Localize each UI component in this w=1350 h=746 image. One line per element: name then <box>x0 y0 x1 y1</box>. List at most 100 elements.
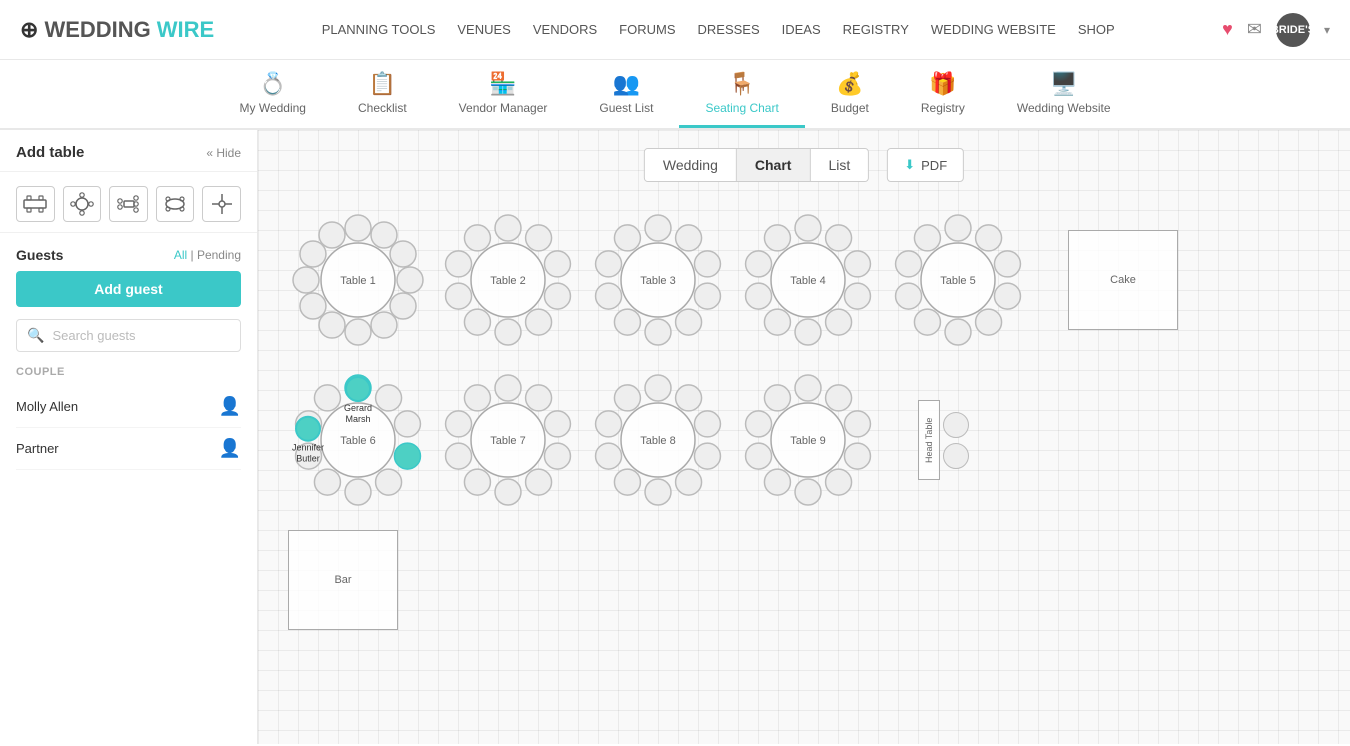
subnav-seating-chart[interactable]: 🪑 Seating Chart <box>679 60 804 128</box>
nav-registry[interactable]: REGISTRY <box>843 22 909 37</box>
chevron-down-icon[interactable]: ▾ <box>1324 23 1330 37</box>
search-input[interactable] <box>52 328 230 343</box>
nav-vendors[interactable]: VENDORS <box>533 22 597 37</box>
nav-forums[interactable]: FORUMS <box>619 22 675 37</box>
top-nav-right: ♥ ✉ BRIDE'S ▾ <box>1222 13 1330 47</box>
svg-text:Table 4: Table 4 <box>790 275 825 287</box>
canvas-toolbar: Wedding Chart List ⬇ PDF <box>644 148 964 182</box>
add-rect-table-btn[interactable] <box>16 186 55 222</box>
subnav-registry[interactable]: 🎁 Registry <box>895 60 991 128</box>
svg-text:Table 1: Table 1 <box>340 275 375 287</box>
table-1[interactable]: Table 1 Table 1 <box>288 210 428 350</box>
nav-ideas[interactable]: IDEAS <box>782 22 821 37</box>
table-5[interactable]: Table 5 Table 5 <box>888 210 1028 350</box>
wedding-website-icon: 🖥️ <box>1050 71 1077 97</box>
subnav-seating-chart-label: Seating Chart <box>705 101 778 115</box>
avatar[interactable]: BRIDE'S <box>1276 13 1310 47</box>
pdf-label: PDF <box>921 158 947 173</box>
guests-title: Guests <box>16 247 63 263</box>
mail-icon[interactable]: ✉ <box>1247 19 1262 40</box>
svg-text:Table 9: Table 9 <box>790 435 825 447</box>
logo-wedding: WEDDING <box>44 17 150 43</box>
hide-button[interactable]: « Hide <box>206 146 241 160</box>
main-layout: Add table « Hide <box>0 130 1350 744</box>
table-6[interactable]: Table 6 Table 6 GerardMarsh JenniferButl… <box>288 370 428 510</box>
guest-name-molly: Molly Allen <box>16 399 78 414</box>
add-head-table-btn[interactable] <box>109 186 148 222</box>
subnav-vendor-manager[interactable]: 🏪 Vendor Manager <box>433 60 574 128</box>
add-guest-button[interactable]: Add guest <box>16 271 241 307</box>
guests-header: Guests All | Pending <box>0 233 257 271</box>
guests-filter-links: All | Pending <box>174 248 241 262</box>
add-round-table-btn[interactable] <box>63 186 102 222</box>
subnav-my-wedding[interactable]: 💍 My Wedding <box>214 60 332 128</box>
head-table-seat-2 <box>943 443 969 469</box>
logo-wire: WIRE <box>157 17 214 43</box>
canvas-area: Wedding Chart List ⬇ PDF Table 1 Table 1… <box>258 130 1350 744</box>
add-oval-table-btn[interactable] <box>156 186 195 222</box>
table-7[interactable]: Table 7 Table 7 <box>438 370 578 510</box>
pending-link[interactable]: Pending <box>197 248 241 262</box>
svg-text:Table 6: Table 6 <box>340 435 375 447</box>
subnav-checklist[interactable]: 📋 Checklist <box>332 60 433 128</box>
add-custom-table-btn[interactable] <box>202 186 241 222</box>
table-cake-label: Cake <box>1110 274 1136 286</box>
table-2[interactable]: Table 2 Table 2 <box>438 210 578 350</box>
head-table-label: Head Table <box>918 400 940 480</box>
table-bar[interactable]: Bar <box>288 530 398 630</box>
table-4[interactable]: Table 4 Table 4 <box>738 210 878 350</box>
table-cake[interactable]: Cake <box>1068 230 1178 330</box>
subnav-wedding-website[interactable]: 🖥️ Wedding Website <box>991 60 1137 128</box>
top-navigation: ⊕ WEDDING WIRE Wedding PLANNING TOOLS VEN… <box>0 0 1350 60</box>
table-8[interactable]: Table 8 Table 8 <box>588 370 728 510</box>
head-table-seat-1 <box>943 412 969 438</box>
nav-dresses[interactable]: DRESSES <box>698 22 760 37</box>
subnav-budget[interactable]: 💰 Budget <box>805 60 895 128</box>
guest-seat-gerard <box>345 376 371 402</box>
tab-chart[interactable]: Chart <box>737 149 811 181</box>
guest-row-partner: Partner 👤 <box>16 428 241 470</box>
nav-venues[interactable]: VENUES <box>457 22 510 37</box>
table-9[interactable]: Table 9 Table 9 <box>738 370 878 510</box>
seating-grid: Table 1 Table 1 Table 2 Table 2 Table 3 … <box>258 130 1350 744</box>
subnav-budget-label: Budget <box>831 101 869 115</box>
vendor-manager-icon: 🏪 <box>489 71 516 97</box>
guest-avatar-icon-partner[interactable]: 👤 <box>219 438 241 459</box>
budget-icon: 💰 <box>836 71 863 97</box>
nav-wedding-website[interactable]: WEDDING WEBSITE <box>931 22 1056 37</box>
search-box: 🔍 <box>16 319 241 352</box>
table-3[interactable]: Table 3 Table 3 <box>588 210 728 350</box>
sub-navigation: 💍 My Wedding 📋 Checklist 🏪 Vendor Manage… <box>0 60 1350 130</box>
favorites-icon[interactable]: ♥ <box>1222 19 1233 40</box>
svg-text:Table 3: Table 3 <box>640 275 675 287</box>
svg-text:Table 8: Table 8 <box>640 435 675 447</box>
nav-shop[interactable]: SHOP <box>1078 22 1115 37</box>
logo[interactable]: ⊕ WEDDING WIRE <box>20 17 214 43</box>
tab-wedding[interactable]: Wedding <box>645 149 737 181</box>
logo-symbol: ⊕ <box>20 17 38 43</box>
guest-name-partner: Partner <box>16 441 59 456</box>
registry-icon: 🎁 <box>929 71 956 97</box>
nav-planning-tools[interactable]: PLANNING TOOLS <box>322 22 436 37</box>
subnav-wedding-website-label: Wedding Website <box>1017 101 1111 115</box>
sidebar-header: Add table « Hide <box>0 130 257 172</box>
subnav-guest-list[interactable]: 👥 Guest List <box>573 60 679 128</box>
subnav-guest-list-label: Guest List <box>599 101 653 115</box>
table-icons-row <box>0 172 257 233</box>
nav-links: Wedding PLANNING TOOLS VENUES VENDORS FO… <box>322 22 1115 37</box>
svg-text:Table 7: Table 7 <box>490 435 525 447</box>
guest-label-gerard: GerardMarsh <box>344 403 372 425</box>
search-icon: 🔍 <box>27 327 44 344</box>
all-link[interactable]: All <box>174 248 187 262</box>
pdf-button[interactable]: ⬇ PDF <box>887 148 964 182</box>
guest-label-jennifer: JenniferButler <box>292 443 324 465</box>
guest-avatar-icon-molly[interactable]: 👤 <box>219 396 241 417</box>
seating-chart-icon: 🪑 <box>728 71 755 97</box>
head-table-seats <box>943 412 969 469</box>
tab-list[interactable]: List <box>810 149 868 181</box>
my-wedding-icon: 💍 <box>259 71 286 97</box>
svg-text:Table 5: Table 5 <box>940 275 975 287</box>
guest-row-molly: Molly Allen 👤 <box>16 386 241 428</box>
sidebar: Add table « Hide <box>0 130 258 744</box>
head-table[interactable]: Head Table <box>918 400 969 480</box>
